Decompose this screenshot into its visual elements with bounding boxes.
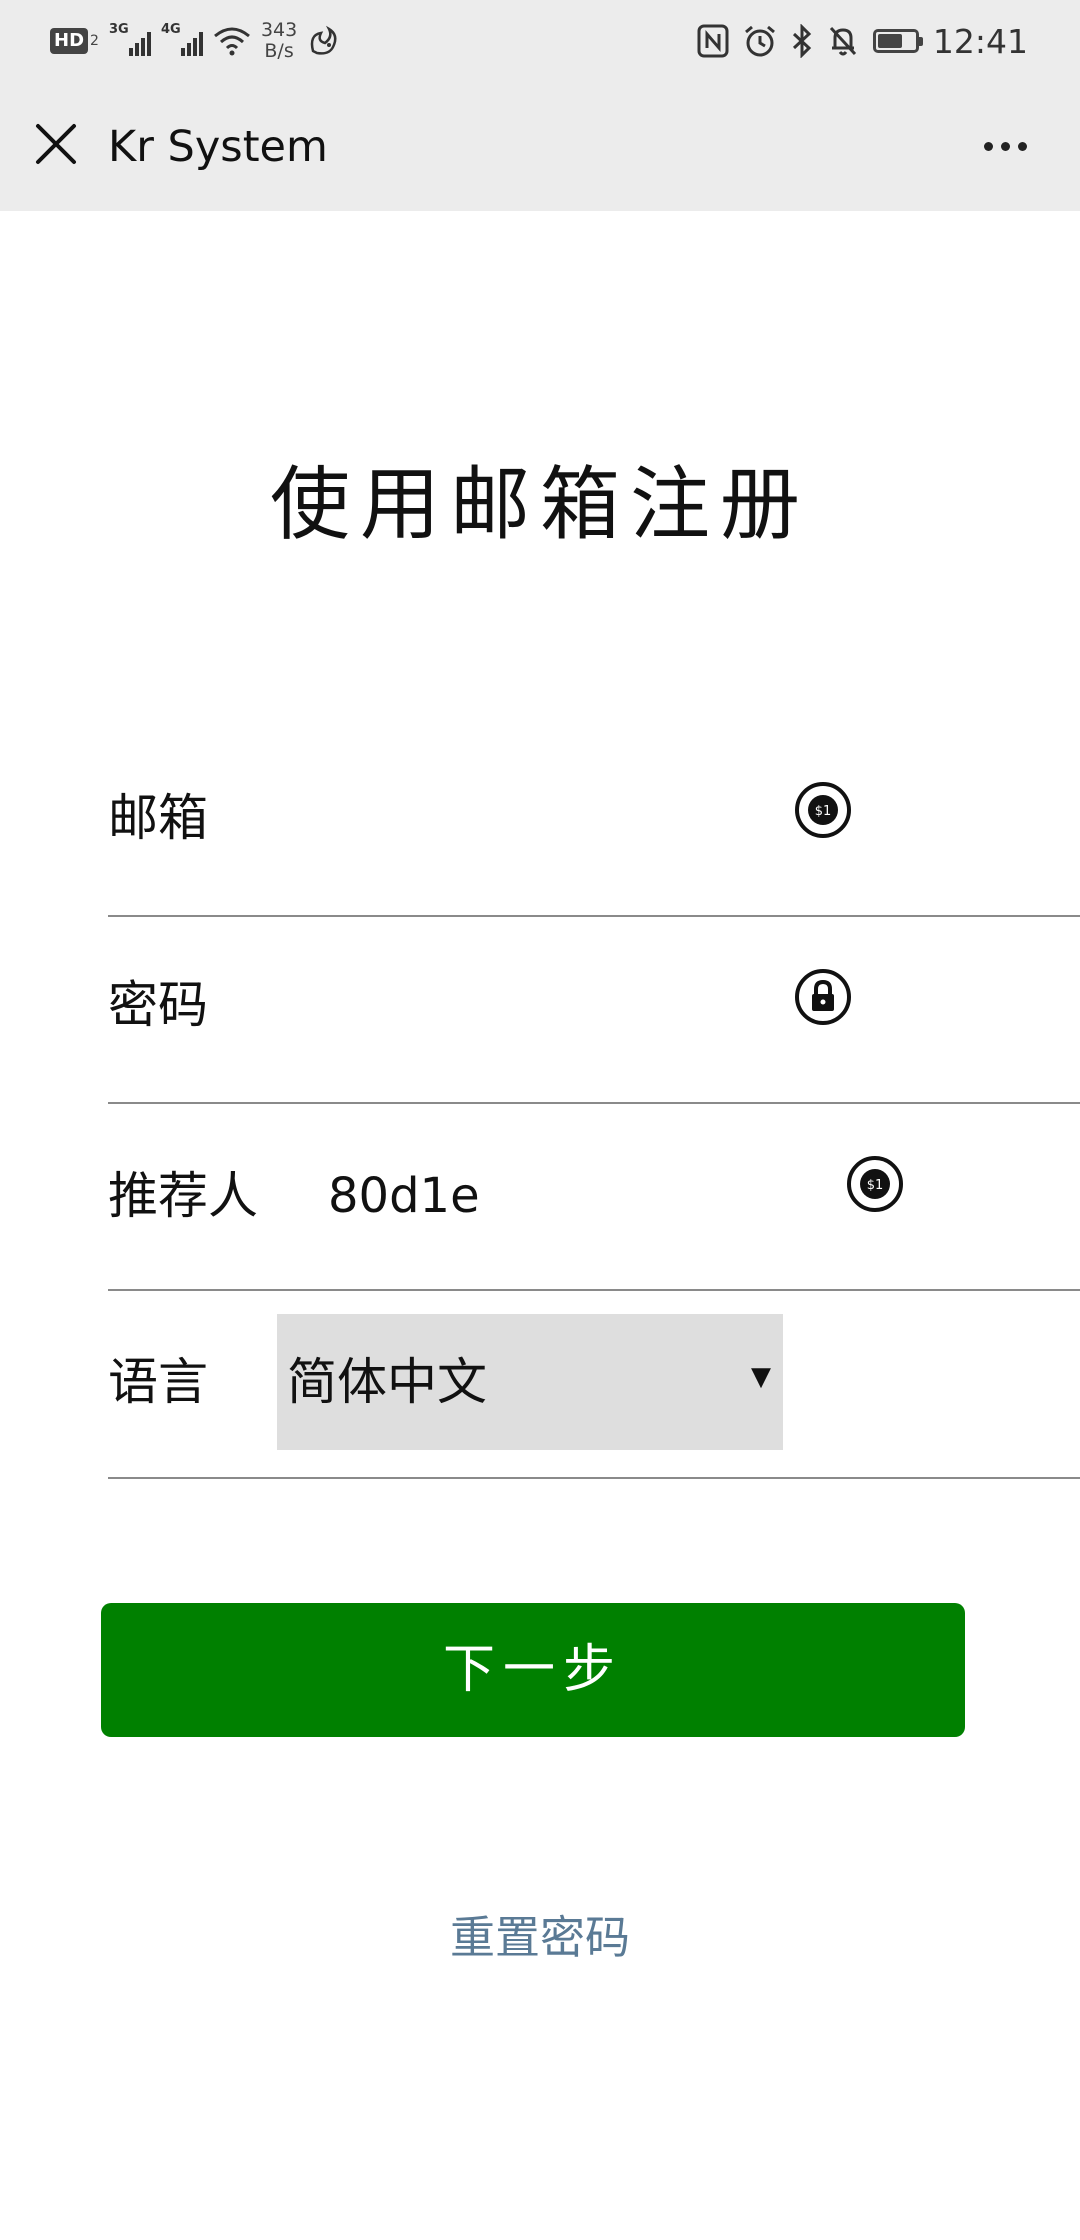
wifi-icon <box>213 27 250 56</box>
signal-4g-icon: 4G <box>161 22 203 56</box>
title-bar: Kr System <box>0 82 1080 211</box>
status-bar-left: HD 2 3G 4G 343 B/s <box>50 18 341 64</box>
language-row: 语言 简体中文 ▼ <box>108 1292 1080 1479</box>
network-speed-value: 343 <box>260 19 298 41</box>
email-field[interactable]: 邮箱 $1 <box>108 730 1080 917</box>
coin-icon: $1 <box>847 1156 903 1212</box>
referrer-label: 推荐人 <box>108 1167 258 1225</box>
status-bar-right: 12:41 <box>697 18 1028 64</box>
network-speed-unit: B/s <box>264 40 294 62</box>
more-dot-icon <box>1017 141 1027 151</box>
hd-label: HD <box>50 28 89 54</box>
hd-voice-icon: HD 2 <box>50 28 99 54</box>
battery-icon <box>872 29 923 53</box>
app-title: Kr System <box>108 122 328 172</box>
close-button[interactable] <box>30 118 82 170</box>
language-selected: 简体中文 <box>287 1353 487 1411</box>
network-3g-label: 3G <box>108 22 129 37</box>
language-select[interactable]: 简体中文 ▼ <box>277 1314 783 1450</box>
alarm-icon <box>744 25 775 57</box>
email-label: 邮箱 <box>108 789 208 847</box>
signal-3g-icon: 3G <box>109 22 151 56</box>
lock-icon <box>795 969 851 1025</box>
network-speed: 343 B/s <box>261 20 297 62</box>
language-label: 语言 <box>108 1353 208 1411</box>
dropdown-caret-icon: ▼ <box>751 1362 771 1392</box>
more-options-button[interactable] <box>970 126 1040 166</box>
referrer-value[interactable]: 80d1e <box>328 1166 480 1226</box>
status-bar: HD 2 3G 4G 343 B/s 12:41 <box>0 0 1080 82</box>
clock: 12:41 <box>932 21 1028 61</box>
password-field[interactable]: 密码 <box>108 917 1080 1104</box>
bluetooth-icon <box>792 24 812 58</box>
svg-text:$1: $1 <box>867 1178 884 1193</box>
close-icon <box>36 124 76 164</box>
nfc-icon <box>697 24 729 58</box>
more-dot-icon <box>983 141 993 151</box>
network-4g-label: 4G <box>160 22 181 37</box>
more-dot-icon <box>1000 141 1010 151</box>
reset-password-link[interactable]: 重置密码 <box>0 1908 1080 1968</box>
coin-icon: $1 <box>795 782 851 838</box>
squirrel-icon <box>310 25 337 55</box>
password-label: 密码 <box>108 976 208 1034</box>
page-title: 使用邮箱注册 <box>270 458 810 551</box>
referrer-field[interactable]: 推荐人 80d1e $1 <box>108 1104 1080 1291</box>
mute-bell-icon <box>829 26 856 56</box>
svg-text:$1: $1 <box>815 804 832 819</box>
next-step-button[interactable]: 下一步 <box>101 1603 965 1737</box>
hd-sub-label: 2 <box>90 33 99 49</box>
